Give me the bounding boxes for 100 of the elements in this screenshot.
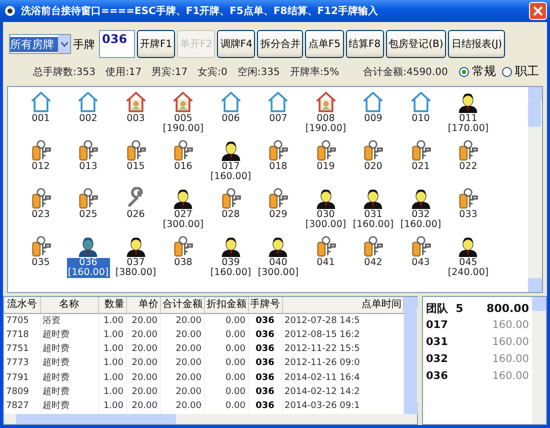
house-icon <box>77 91 100 113</box>
card-tile-label[interactable]: 042 <box>363 258 384 268</box>
person-icon <box>172 187 194 209</box>
card-tile-label[interactable]: 015 <box>126 162 146 172</box>
card-tile-label[interactable]: 002 <box>78 114 98 124</box>
column-header[interactable]: 流水号 <box>4 297 40 314</box>
card-tile-label[interactable]: 040 [300.00] <box>256 258 300 278</box>
key-tag-icon <box>362 139 384 161</box>
scrollbar[interactable] <box>532 297 546 424</box>
team-card-number: 036 <box>426 370 448 382</box>
card-tile-label[interactable]: 022 <box>458 162 478 172</box>
card-tile-label[interactable]: 017 [160.00] <box>209 162 252 182</box>
card-tile-label[interactable]: 039 [160.00] <box>209 258 252 278</box>
card-tile-label[interactable]: 030 [300.00] <box>304 210 348 230</box>
column-header[interactable]: 单价 <box>126 297 160 314</box>
card-tile-label[interactable]: 045 [240.00] <box>446 258 490 278</box>
card-tile-label[interactable]: 038 <box>173 258 194 268</box>
filter-dropdown[interactable]: 所有房牌 <box>9 34 71 54</box>
key-tag-icon <box>172 235 194 257</box>
table-cell: 超时费 <box>40 385 98 400</box>
card-tile-label[interactable]: 041 <box>316 258 336 268</box>
table-cell: 20.00 <box>160 342 204 357</box>
table-cell: 0.00 <box>204 314 248 328</box>
table-cell: 0.00 <box>204 356 248 372</box>
card-tile-label[interactable]: 008 [190.00] <box>304 114 348 134</box>
column-header[interactable]: 名称 <box>40 297 98 314</box>
close-button[interactable] <box>529 2 547 20</box>
card-tile-label[interactable]: 001 <box>30 114 51 124</box>
card-tile-label[interactable]: 026 <box>126 210 146 220</box>
table-cell: 20.00 <box>126 385 160 400</box>
column-header[interactable]: 数量 <box>98 297 126 314</box>
card-tile-label[interactable]: 023 <box>30 210 51 220</box>
card-tile-label[interactable]: 032 [160.00] <box>399 210 442 230</box>
card-tile-label[interactable]: 003 <box>126 114 146 124</box>
house-icon <box>267 91 290 113</box>
house-icon <box>172 91 194 113</box>
window-title: 洗浴前台接待窗口====ESC手牌、F1开牌、F5点单、F8结算、F12手牌输入 <box>21 4 380 18</box>
card-number-field[interactable]: 036 <box>99 30 135 58</box>
table-cell: 1.00 <box>98 314 126 328</box>
column-header[interactable]: 点单时间 <box>282 297 403 314</box>
table-cell: 1.00 <box>98 385 126 400</box>
card-tile-label[interactable]: 013 <box>78 162 98 172</box>
app-icon <box>3 4 17 18</box>
table-cell: 20.00 <box>126 356 160 372</box>
card-tile-label[interactable]: 007 <box>268 114 288 124</box>
card-tile-label[interactable]: 019 <box>316 162 336 172</box>
table-cell: 20.00 <box>126 328 160 343</box>
card-tile-label[interactable]: 033 <box>458 210 478 220</box>
card-tile-label[interactable]: 012 <box>30 162 51 172</box>
column-header[interactable]: 折扣金额 <box>204 297 248 314</box>
scrollbar[interactable] <box>404 297 418 414</box>
card-tile-label[interactable]: 029 <box>268 210 288 220</box>
table-cell: 036 <box>248 356 282 372</box>
toolbar-button[interactable]: 开牌F1 <box>137 30 176 58</box>
key-tag-icon <box>267 139 290 161</box>
card-tile-label[interactable]: 043 <box>410 258 431 268</box>
toolbar-button[interactable]: 拆分合并 <box>257 30 304 58</box>
toolbar-button[interactable]: 包房登记(B) <box>386 30 446 58</box>
card-tile-label[interactable]: 035 <box>30 258 51 268</box>
card-tile-label[interactable]: 021 <box>410 162 431 172</box>
team-amount: 160.00 <box>492 336 529 348</box>
scrollbar[interactable] <box>528 87 542 292</box>
table-cell: 0.00 <box>204 371 248 386</box>
house-icon <box>314 91 337 113</box>
card-tile-label[interactable]: 018 <box>268 162 288 172</box>
house-icon <box>362 91 384 113</box>
card-tile-label[interactable]: 036 [160.00] <box>66 258 110 278</box>
card-tile-label[interactable]: 028 <box>220 210 241 220</box>
stat-text: 开牌率:5% <box>290 66 340 78</box>
team-amount: 160.00 <box>492 370 529 382</box>
card-tile-label[interactable]: 020 <box>363 162 384 172</box>
key-tag-icon <box>30 187 52 209</box>
key-tag-icon <box>77 139 100 161</box>
mode-radio[interactable]: 常规 <box>459 63 496 80</box>
card-tile-label[interactable]: 016 <box>173 162 194 172</box>
horizontal-scrollbar[interactable] <box>4 414 417 424</box>
column-header[interactable]: 合计金额 <box>160 297 204 314</box>
column-header[interactable]: 手牌号 <box>248 297 282 314</box>
stat-text: 空闲:335 <box>237 66 280 78</box>
card-tile-label[interactable]: 010 <box>410 114 431 124</box>
mode-radio[interactable]: 职工 <box>502 63 539 80</box>
card-tile-label[interactable]: 009 <box>363 114 384 124</box>
table-cell: 7791 <box>4 371 40 386</box>
table-cell: 036 <box>248 385 282 400</box>
card-tile-label[interactable]: 011 [170.00] <box>446 114 490 134</box>
key-tag-icon <box>30 235 52 257</box>
table-cell: 7718 <box>4 328 40 343</box>
table-cell: 036 <box>248 371 282 386</box>
table-cell: 20.00 <box>160 371 204 386</box>
card-tile-label[interactable]: 031 [160.00] <box>352 210 395 230</box>
card-tile-label[interactable]: 006 <box>220 114 241 124</box>
card-tile-label[interactable]: 037 [380.00] <box>114 258 158 278</box>
toolbar-button[interactable]: 点单F5 <box>305 30 344 58</box>
card-tile-label[interactable]: 027 [300.00] <box>162 210 205 230</box>
card-tile-label[interactable]: 025 <box>78 210 98 220</box>
house-icon <box>30 91 52 113</box>
toolbar-button[interactable]: 日结报表(J) <box>448 30 506 58</box>
card-tile-label[interactable]: 005 [190.00] <box>162 114 205 134</box>
toolbar-button[interactable]: 调牌F4 <box>217 30 256 58</box>
toolbar-button[interactable]: 结算F8 <box>346 30 384 58</box>
